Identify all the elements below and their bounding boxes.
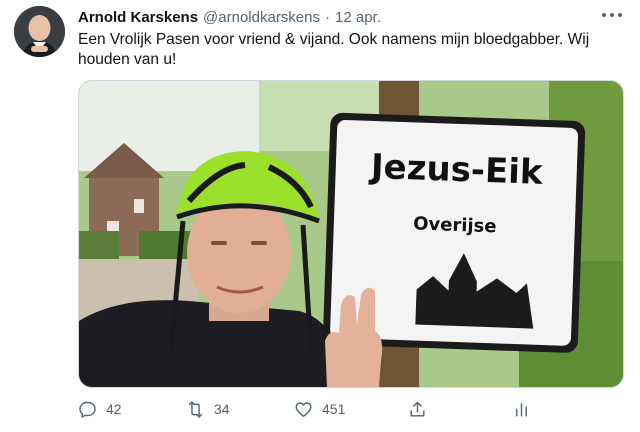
tweet[interactable]: Arnold Karskens @arnoldkarskens · 12 apr… (0, 0, 640, 432)
sign-title: Jezus-Eik (368, 147, 544, 193)
analytics-button[interactable] (512, 396, 540, 422)
tweet-header: Arnold Karskens @arnoldkarskens · 12 apr… (78, 6, 624, 28)
tweet-date[interactable]: 12 apr. (335, 9, 381, 26)
like-count: 451 (322, 401, 346, 417)
heart-icon (295, 401, 312, 417)
share-button[interactable] (408, 396, 436, 422)
reply-icon (79, 401, 96, 418)
analytics-icon (516, 402, 527, 417)
retweet-icon (188, 400, 203, 418)
avatar-image (14, 6, 65, 57)
tweet-text: Een Vrolijk Pasen voor vriend & vijand. … (78, 31, 590, 68)
author-handle[interactable]: @arnoldkarskens (203, 9, 320, 26)
separator-dot: · (325, 8, 330, 26)
author-avatar[interactable] (14, 6, 65, 57)
retweet-button[interactable]: 34 (186, 396, 230, 422)
retweet-count: 34 (214, 401, 230, 417)
reply-button[interactable]: 42 (78, 396, 122, 422)
photo-selfie-with-sign: Jezus-Eik Overijse (79, 81, 623, 387)
reply-count: 42 (106, 401, 122, 417)
action-bar: 42 34 451 (78, 396, 538, 422)
author-name[interactable]: Arnold Karskens (78, 9, 198, 26)
like-button[interactable]: 451 (294, 396, 345, 422)
more-options-icon[interactable] (602, 10, 622, 20)
share-icon (410, 401, 425, 417)
sign-subtitle: Overijse (413, 213, 497, 237)
tweet-photo[interactable]: Jezus-Eik Overijse (78, 80, 624, 388)
